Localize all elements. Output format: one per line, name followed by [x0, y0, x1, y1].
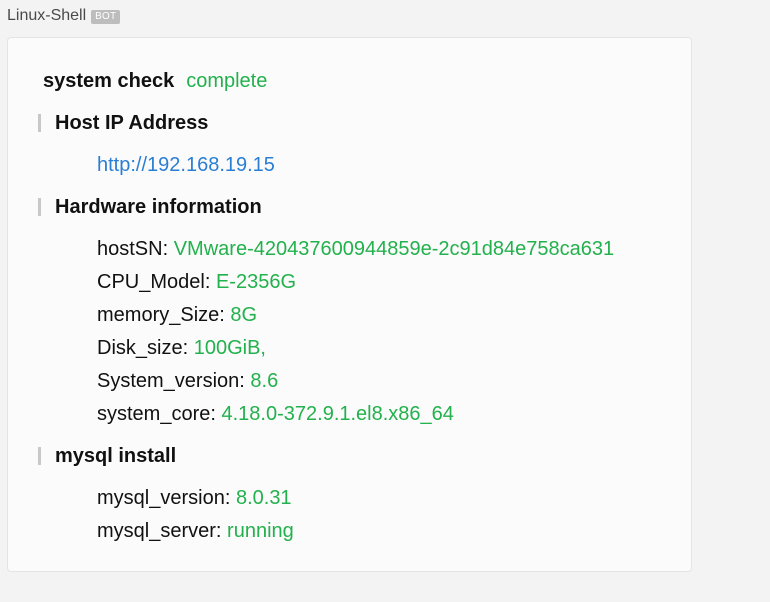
hardware-row-memory-size: memory_Size: 8G — [97, 304, 258, 326]
row-value: 8G — [230, 304, 258, 326]
section-title-host-ip: Host IP Address — [55, 112, 209, 134]
row-value: 8.0.31 — [235, 487, 292, 509]
hardware-row-disk-size: Disk_size: 100GiB, — [97, 337, 266, 359]
sender-name: Linux-Shell — [7, 7, 87, 24]
bot-badge: BOT — [91, 9, 121, 24]
row-key: System_version — [97, 370, 240, 392]
row-value: running — [227, 520, 294, 542]
row-key: mysql_server — [97, 520, 216, 542]
hardware-row-cpu-model: CPU_Model: E-2356G — [97, 271, 297, 293]
message-title-row: system check complete — [43, 68, 267, 94]
row-value: 8.6 — [250, 370, 279, 392]
section-mysql: mysql install — [38, 443, 176, 469]
row-key: hostSN — [97, 238, 163, 260]
message-title: system check — [43, 70, 175, 92]
hardware-row-system-version: System_version: 8.6 — [97, 370, 279, 392]
section-title-hardware: Hardware information — [55, 196, 262, 218]
section-title-mysql: mysql install — [55, 445, 177, 467]
message-title-status: complete — [186, 70, 268, 92]
mysql-row-server: mysql_server: running — [97, 520, 294, 542]
row-value: 100GiB, — [193, 337, 266, 359]
row-key: CPU_Model — [97, 271, 205, 293]
sender-header: Linux-Shell BOT — [7, 6, 121, 26]
row-value: VMware-420437600944859e-2c91d84e758ca631 — [173, 238, 615, 260]
row-key: mysql_version — [97, 487, 225, 509]
row-key: system_core — [97, 403, 211, 425]
host-ip-line: http://192.168.19.15 — [97, 152, 275, 178]
host-ip-link[interactable]: http://192.168.19.15 — [97, 154, 275, 176]
section-bar — [38, 114, 41, 132]
hardware-row-hostsn: hostSN: VMware-420437600944859e-2c91d84e… — [97, 238, 615, 260]
row-value: E-2356G — [215, 271, 297, 293]
row-value: 4.18.0-372.9.1.el8.x86_64 — [221, 403, 454, 425]
section-bar — [38, 198, 41, 216]
row-key: Disk_size — [97, 337, 183, 359]
row-key: memory_Size — [97, 304, 220, 326]
message-card: system check complete Host IP Address ht… — [7, 37, 692, 572]
mysql-row-version: mysql_version: 8.0.31 — [97, 487, 292, 509]
section-bar — [38, 447, 41, 465]
section-host-ip: Host IP Address — [38, 110, 208, 136]
section-hardware: Hardware information — [38, 194, 262, 220]
hardware-row-system-core: system_core: 4.18.0-372.9.1.el8.x86_64 — [97, 403, 454, 425]
